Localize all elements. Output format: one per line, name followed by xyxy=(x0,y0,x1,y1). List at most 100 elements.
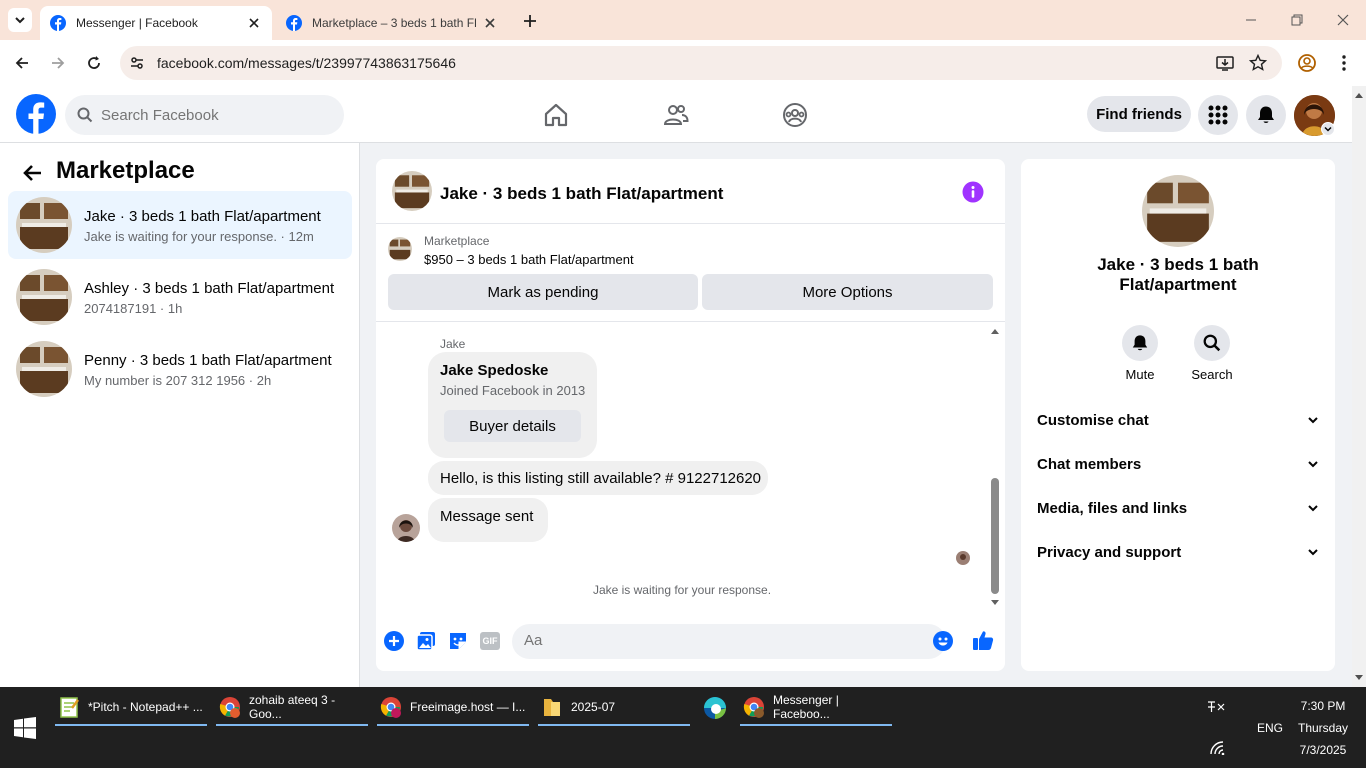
browser-menu-button[interactable] xyxy=(1329,48,1359,78)
conversation-item-penny[interactable]: Penny · 3 beds 1 bath Flat/apartment My … xyxy=(8,335,352,403)
url-text: facebook.com/messages/t/2399774386317564… xyxy=(157,55,456,71)
info-icon[interactable] xyxy=(962,181,984,203)
notifications-button[interactable] xyxy=(1246,95,1286,135)
chat-title: Jake · 3 beds 1 bath Flat/apartment xyxy=(440,184,724,203)
section-media-files-links[interactable]: Media, files and links xyxy=(1037,493,1319,523)
conversation-name: Penny · 3 beds 1 bath Flat/apartment xyxy=(84,352,332,369)
conversation-preview: Jake is waiting for your response. · 12m xyxy=(84,229,314,244)
taskbar-item-chrome-messenger[interactable]: Messenger | Faceboo... xyxy=(743,687,893,727)
conversation-item-ashley[interactable]: Ashley · 3 beds 1 bath Flat/apartment 20… xyxy=(8,263,352,331)
taskbar-item-folder[interactable]: 2025-07 xyxy=(541,687,691,727)
taskbar-item-edge[interactable] xyxy=(703,696,727,720)
new-tab-button[interactable] xyxy=(520,11,540,31)
message-input[interactable] xyxy=(524,632,904,649)
input-method-icon[interactable] xyxy=(1207,699,1225,715)
emoji-icon[interactable] xyxy=(933,631,953,651)
tab-messenger[interactable]: Messenger | Facebook xyxy=(40,6,272,40)
section-customise-chat[interactable]: Customise chat xyxy=(1037,405,1319,435)
sender-avatar[interactable] xyxy=(392,514,420,542)
sender-name: Jake xyxy=(440,337,466,351)
contact-photo[interactable] xyxy=(1142,175,1214,247)
section-privacy-support[interactable]: Privacy and support xyxy=(1037,537,1319,567)
start-button[interactable] xyxy=(14,717,36,739)
kebab-menu-icon xyxy=(1342,55,1346,71)
restore-button[interactable] xyxy=(1274,0,1320,40)
close-icon xyxy=(1337,14,1349,26)
notepad-icon xyxy=(60,697,79,718)
nav-home[interactable] xyxy=(539,98,573,132)
close-window-button[interactable] xyxy=(1320,0,1366,40)
listing-title[interactable]: $950 – 3 beds 1 bath Flat/apartment xyxy=(424,252,634,267)
listing-thumbnail xyxy=(16,269,72,325)
tab-marketplace[interactable]: Marketplace – 3 beds 1 bath Fla xyxy=(276,6,508,40)
grid-menu-icon xyxy=(1208,105,1228,125)
listing-thumbnail xyxy=(16,341,72,397)
site-info-icon[interactable] xyxy=(129,55,145,71)
listing-photo-icon xyxy=(16,269,72,325)
taskbar-item-chrome-zohaib[interactable]: zohaib ateeq 3 - Goo... xyxy=(219,687,369,727)
message-list: Jake Jake Spedoske Joined Facebook in 20… xyxy=(376,321,1005,609)
facebook-logo-icon[interactable] xyxy=(16,94,56,134)
mute-action[interactable]: Mute xyxy=(1110,325,1170,382)
bookmark-star-icon[interactable] xyxy=(1249,54,1267,72)
photo-icon[interactable] xyxy=(416,631,436,651)
folder-icon xyxy=(544,699,560,716)
conversation-item-jake[interactable]: Jake · 3 beds 1 bath Flat/apartment Jake… xyxy=(8,191,352,259)
sticker-icon[interactable] xyxy=(448,631,468,651)
tab-search-dropdown[interactable] xyxy=(8,8,32,32)
facebook-favicon-icon xyxy=(50,15,66,31)
section-chat-members[interactable]: Chat members xyxy=(1037,449,1319,479)
search-icon xyxy=(77,107,93,123)
listing-photo-icon xyxy=(388,237,412,261)
mark-as-pending-button[interactable]: Mark as pending xyxy=(388,274,698,310)
gif-icon[interactable]: GIF xyxy=(480,632,500,650)
buyer-details-button[interactable]: Buyer details xyxy=(444,410,581,442)
taskbar-item-chrome-freeimage[interactable]: Freeimage.host — I... xyxy=(380,687,530,727)
minimize-button[interactable] xyxy=(1228,0,1274,40)
reload-button[interactable] xyxy=(79,48,109,78)
nav-friends[interactable] xyxy=(659,98,693,132)
language-indicator[interactable]: ENG xyxy=(1257,721,1283,735)
message-bubble: Hello, is this listing still available? … xyxy=(428,461,768,495)
chat-avatar[interactable] xyxy=(392,171,432,211)
groups-icon xyxy=(783,103,807,127)
account-dropdown[interactable] xyxy=(1321,122,1335,136)
search-input[interactable] xyxy=(101,106,321,124)
menu-button[interactable] xyxy=(1198,95,1238,135)
search-action[interactable]: Search xyxy=(1182,325,1242,382)
profile-card-name: Jake Spedoske xyxy=(440,362,549,379)
seen-avatar xyxy=(956,551,970,565)
back-button[interactable] xyxy=(7,48,37,78)
listing-photo-icon xyxy=(1142,175,1214,247)
section-label: Customise chat xyxy=(1037,411,1149,429)
wifi-icon[interactable] xyxy=(1210,741,1226,755)
thumbs-up-icon[interactable] xyxy=(972,629,994,651)
message-scrollbar[interactable] xyxy=(988,326,1002,608)
install-app-icon[interactable] xyxy=(1216,54,1234,72)
back-button[interactable] xyxy=(18,159,46,187)
section-label: Privacy and support xyxy=(1037,543,1182,561)
tab-title: Marketplace – 3 beds 1 bath Fla xyxy=(312,16,476,30)
clock-time[interactable]: 7:30 PM xyxy=(1290,699,1356,713)
profile-card-joined: Joined Facebook in 2013 xyxy=(440,383,586,398)
find-friends-button[interactable]: Find friends xyxy=(1087,96,1191,132)
section-label: Media, files and links xyxy=(1037,499,1188,517)
message-bubble: Message sent xyxy=(428,498,548,542)
message-composer[interactable] xyxy=(512,624,953,659)
profile-button[interactable] xyxy=(1292,48,1322,78)
more-options-button[interactable]: More Options xyxy=(702,274,993,310)
nav-groups[interactable] xyxy=(778,98,812,132)
close-tab-icon[interactable] xyxy=(246,15,262,31)
profile-card: Jake Spedoske Joined Facebook in 2013 Bu… xyxy=(428,352,597,458)
chat-panel: Jake · 3 beds 1 bath Flat/apartment Mark… xyxy=(376,159,1005,671)
active-indicator xyxy=(55,724,207,726)
listing-thumbnail[interactable] xyxy=(388,237,412,261)
address-bar[interactable]: facebook.com/messages/t/2399774386317564… xyxy=(120,46,1282,80)
taskbar-item-notepad[interactable]: *Pitch - Notepad++ ... xyxy=(58,687,208,727)
plus-circle-icon[interactable] xyxy=(384,631,404,651)
forward-button[interactable] xyxy=(43,48,73,78)
facebook-search[interactable] xyxy=(65,95,344,135)
page-scrollbar[interactable] xyxy=(1352,86,1366,687)
close-tab-icon[interactable] xyxy=(482,15,498,31)
bell-icon xyxy=(1258,106,1274,123)
